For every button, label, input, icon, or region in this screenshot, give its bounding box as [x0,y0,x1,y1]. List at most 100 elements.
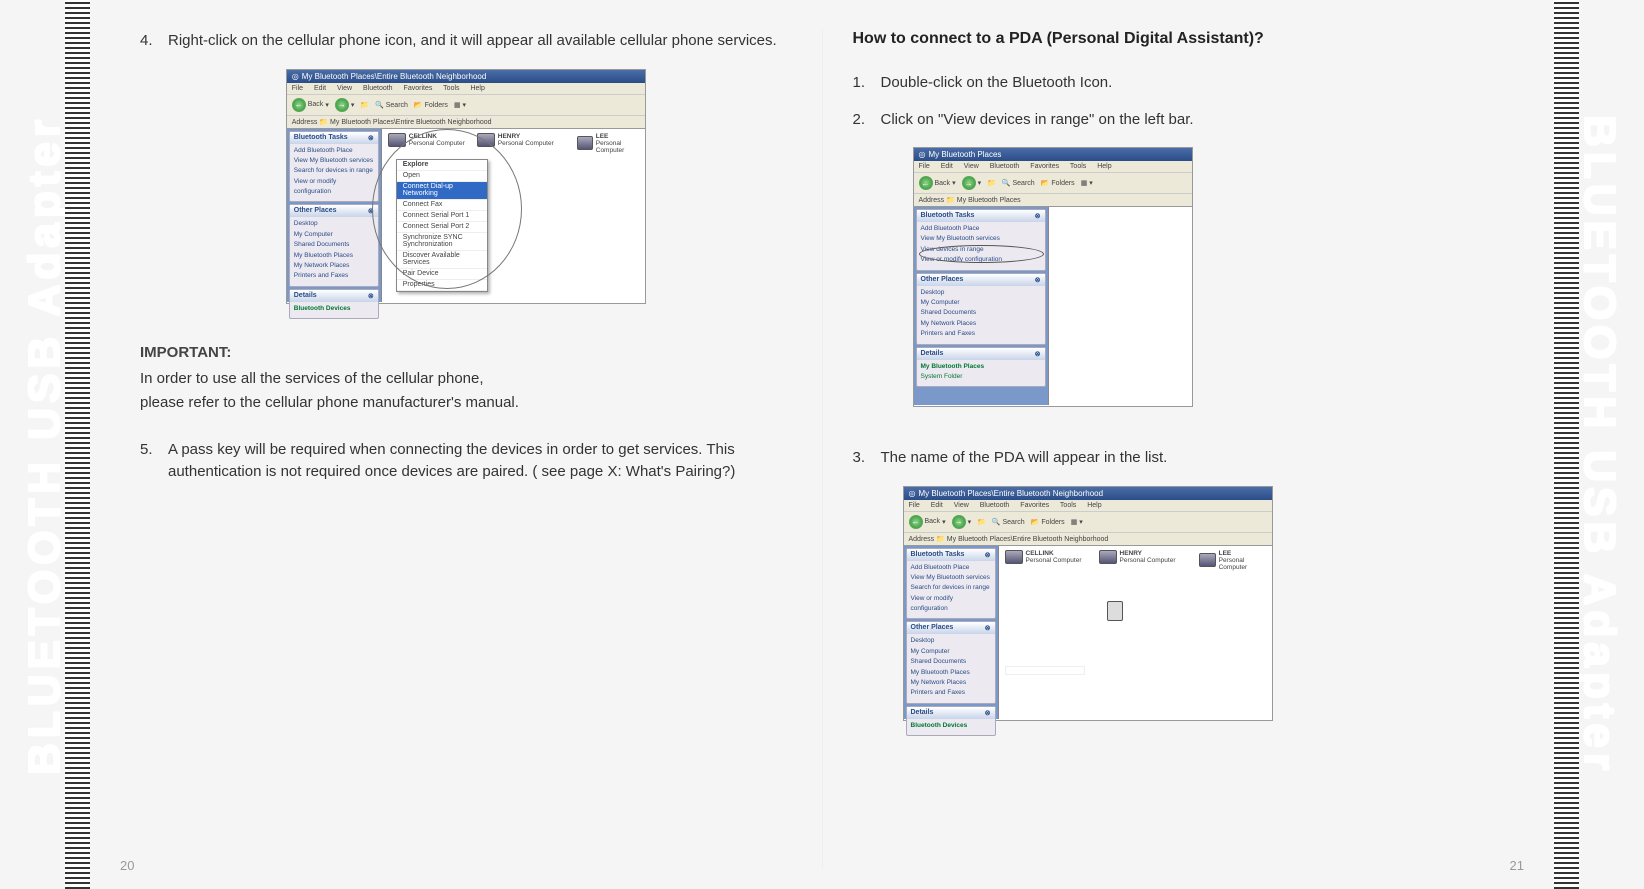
step-number: 5. [140,439,168,484]
important-heading: IMPORTANT: [140,344,792,361]
views-button[interactable]: ▦ ▾ [454,101,466,109]
place-link[interactable]: My Network Places [921,319,1041,329]
menu-view[interactable]: View [964,163,979,170]
back-button[interactable]: ←Back ▾ [292,98,329,112]
task-link[interactable]: Search for devices in range [911,583,991,593]
device-lee[interactable]: LEEPersonal Computer [577,133,645,154]
main-pane: CELLINKPersonal Computer HENRYPersonal C… [999,546,1272,719]
place-link[interactable]: Shared Documents [921,308,1041,318]
menu-favorites[interactable]: Favorites [1030,163,1059,170]
search-button[interactable]: 🔍 Search [1002,179,1035,187]
back-button[interactable]: ←Back ▾ [909,515,946,529]
device-cellink[interactable]: CELLINKPersonal Computer [1005,550,1082,564]
place-link[interactable]: My Computer [921,298,1041,308]
task-link[interactable]: Search for devices in range [294,166,374,176]
task-link[interactable]: Add Bluetooth Place [911,563,991,573]
menuitem-sync[interactable]: Synchronize SYNC Synchronization [397,233,487,251]
menu-bluetooth[interactable]: Bluetooth [980,502,1010,509]
menu-edit[interactable]: Edit [931,502,943,509]
device-lee[interactable]: LEEPersonal Computer [1199,550,1272,571]
important-text: In order to use all the services of the … [140,367,792,415]
search-button[interactable]: 🔍 Search [375,101,408,109]
place-link[interactable]: Shared Documents [294,240,374,250]
page-number-right: 21 [1510,858,1524,873]
device-henry[interactable]: HENRYPersonal Computer [1099,550,1176,564]
place-link[interactable]: Desktop [921,288,1041,298]
up-icon[interactable]: 📁 [987,179,996,187]
device-cellink[interactable]: CELLINKPersonal Computer [388,133,465,147]
task-link[interactable]: View or modify configuration [911,594,991,615]
menu-bluetooth[interactable]: Bluetooth [363,85,393,92]
step-4: 4. Right-click on the cellular phone ico… [140,30,792,53]
menu-file[interactable]: File [919,163,930,170]
place-link[interactable]: Printers and Faxes [921,329,1041,339]
device-henry[interactable]: HENRYPersonal Computer [477,133,554,147]
views-button[interactable]: ▦ ▾ [1081,179,1093,187]
task-link[interactable]: View My Bluetooth services [921,234,1041,244]
menuitem-properties[interactable]: Properties [397,280,487,291]
place-link[interactable]: Printers and Faxes [911,688,991,698]
step-2: 2. Click on "View devices in range" on t… [853,109,1505,132]
step-text: Click on "View devices in range" on the … [881,109,1505,132]
place-link[interactable]: Desktop [294,219,374,229]
task-link[interactable]: View or modify configuration [294,177,374,198]
place-link[interactable]: Printers and Faxes [294,271,374,281]
tasks-header: Bluetooth Tasks⊗ [907,549,995,561]
menu-help[interactable]: Help [1087,502,1101,509]
menu-tools[interactable]: Tools [1060,502,1076,509]
menu-bluetooth[interactable]: Bluetooth [990,163,1020,170]
toolbar: ←Back ▾ → ▾ 📁 🔍 Search 📂 Folders ▦ ▾ [914,173,1192,194]
address-bar: Address 📁 My Bluetooth Places [914,194,1192,207]
task-link[interactable]: Add Bluetooth Place [921,224,1041,234]
place-link[interactable]: My Computer [294,230,374,240]
place-link[interactable]: My Network Places [911,678,991,688]
menuitem-pair[interactable]: Pair Device [397,269,487,280]
menu-tools[interactable]: Tools [1070,163,1086,170]
menu-edit[interactable]: Edit [314,85,326,92]
place-link[interactable]: Shared Documents [911,657,991,667]
computer-icon [477,133,495,147]
place-link[interactable]: My Network Places [294,261,374,271]
menu-file[interactable]: File [909,502,920,509]
menuitem-dialup[interactable]: Connect Dial-up Networking [397,182,487,200]
views-button[interactable]: ▦ ▾ [1071,518,1083,526]
forward-button[interactable]: → ▾ [952,515,972,529]
place-link[interactable]: My Bluetooth Places [911,668,991,678]
menuitem-open[interactable]: Open [397,171,487,182]
place-link[interactable]: My Computer [911,647,991,657]
left-page: 4. Right-click on the cellular phone ico… [110,30,823,869]
task-link[interactable]: View My Bluetooth services [294,156,374,166]
menu-edit[interactable]: Edit [941,163,953,170]
place-link[interactable]: My Bluetooth Places [294,251,374,261]
menuitem-serial2[interactable]: Connect Serial Port 2 [397,222,487,233]
task-link[interactable]: Add Bluetooth Place [294,146,374,156]
folders-button[interactable]: 📂 Folders [1041,179,1075,187]
menuitem-fax[interactable]: Connect Fax [397,200,487,211]
forward-button[interactable]: → ▾ [335,98,355,112]
up-icon[interactable]: 📁 [977,518,986,526]
menu-view[interactable]: View [954,502,969,509]
folders-button[interactable]: 📂 Folders [1031,518,1065,526]
menu-help[interactable]: Help [1097,163,1111,170]
up-icon[interactable]: 📁 [360,101,369,109]
back-button[interactable]: ←Back ▾ [919,176,956,190]
folders-button[interactable]: 📂 Folders [414,101,448,109]
spine-left: BLUETOOTH USB Adapter [0,0,90,889]
forward-button[interactable]: → ▾ [962,176,982,190]
menu-tools[interactable]: Tools [443,85,459,92]
task-link[interactable]: View My Bluetooth services [911,573,991,583]
menu-favorites[interactable]: Favorites [404,85,433,92]
menu-file[interactable]: File [292,85,303,92]
menuitem-serial1[interactable]: Connect Serial Port 1 [397,211,487,222]
place-link[interactable]: Desktop [911,636,991,646]
menuitem-discover[interactable]: Discover Available Services [397,251,487,269]
step-text: Right-click on the cellular phone icon, … [168,30,792,53]
annotation-oval [919,245,1044,263]
search-button[interactable]: 🔍 Search [992,518,1025,526]
menu-favorites[interactable]: Favorites [1020,502,1049,509]
menuitem-explore[interactable]: Explore [397,160,487,171]
pda-icon[interactable] [1107,601,1123,621]
menu-view[interactable]: View [337,85,352,92]
menu-help[interactable]: Help [470,85,484,92]
computer-icon [1099,550,1117,564]
